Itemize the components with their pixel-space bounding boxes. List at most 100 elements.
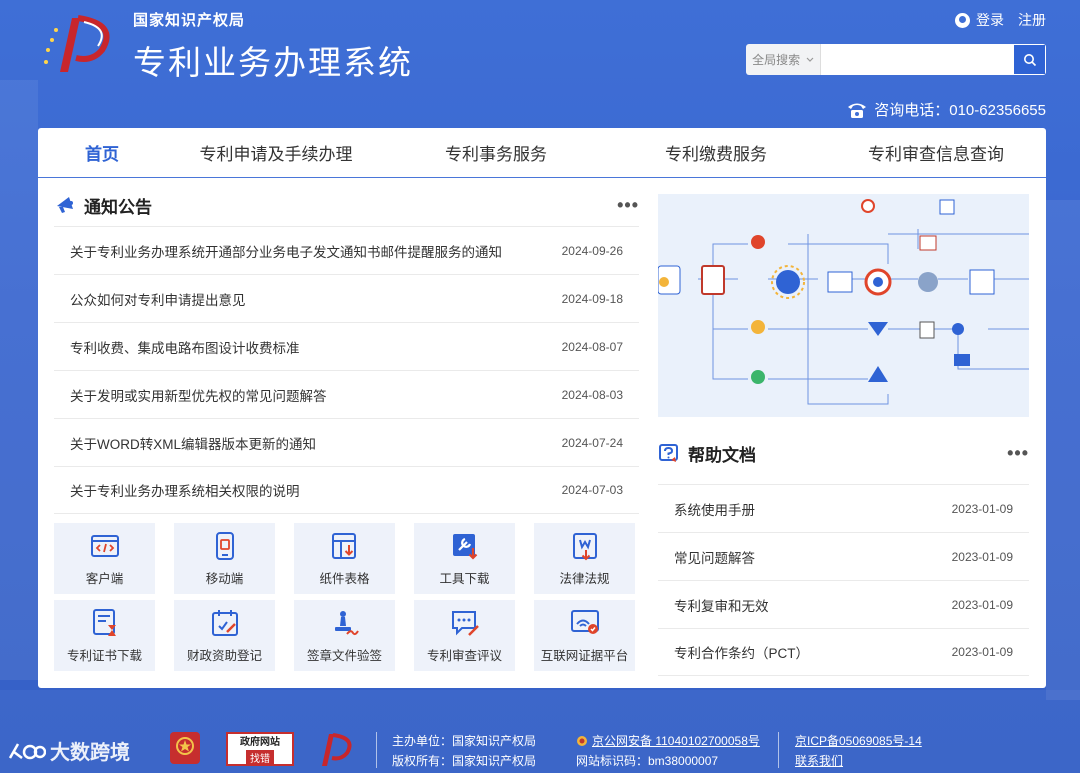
notice-item[interactable]: 公众如何对专利申请提出意见 2024-09-18 (54, 274, 639, 322)
nav-patent-affairs[interactable]: 专利事务服务 (386, 128, 606, 177)
tile-tools-download[interactable]: 工具下载 (414, 523, 515, 594)
tile-examination-review[interactable]: 专利审查评议 (414, 600, 515, 671)
nav-home[interactable]: 首页 (38, 128, 166, 177)
notice-title: 关于专利业务办理系统开通部分业务电子发文通知书邮件提醒服务的通知 (70, 244, 502, 260)
cnipa-logo (44, 15, 110, 72)
notice-title: 公众如何对专利申请提出意见 (70, 292, 246, 308)
code-window-icon (90, 535, 119, 557)
tile-client[interactable]: 客户端 (54, 523, 155, 594)
process-flow-graphic (658, 199, 1029, 405)
stamp-icon (334, 611, 359, 636)
notice-date: 2024-08-07 (561, 339, 623, 354)
gov-badge-bottom: 找错 (246, 750, 274, 765)
footer-divider (778, 732, 779, 768)
tile-mobile[interactable]: 移动端 (174, 523, 275, 594)
certificate-icon (92, 609, 116, 636)
help-item[interactable]: 专利合作条约（PCT） 2023-01-09 (658, 628, 1029, 676)
gov-site-error-badge[interactable]: 政府网站 找错 (226, 732, 294, 766)
footer-host: 主办单位：国家知识产权局 (392, 734, 537, 748)
user-icon (955, 12, 970, 28)
emblem-icon (176, 737, 194, 755)
calendar-pen-icon (211, 610, 238, 636)
patent-process-flow-diagram (658, 194, 1029, 417)
tile-laws[interactable]: 法律法规 (534, 523, 635, 594)
help-title: 专利复审和无效 (674, 598, 769, 614)
tile-signature-verify[interactable]: 签章文件验签 (294, 600, 395, 671)
help-more-button[interactable]: ••• (1007, 443, 1029, 464)
chat-pen-icon (451, 611, 479, 636)
help-docs-section: 帮助文档 ••• 系统使用手册 2023-01-09 常见问题解答 2023-01-… (658, 436, 1029, 676)
global-search: 全局搜索 (746, 44, 1046, 75)
notice-title: 关于WORD转XML编辑器版本更新的通知 (70, 436, 316, 452)
notice-date: 2024-07-24 (561, 435, 623, 450)
emblem-badge[interactable] (170, 732, 200, 764)
watermark-brand: 大数跨境 (8, 736, 130, 765)
tile-label: 签章文件验签 (306, 649, 382, 663)
notice-date: 2024-07-03 (561, 483, 623, 497)
evidence-platform-icon (570, 610, 599, 634)
help-title: 专利合作条约（PCT） (674, 646, 809, 661)
search-button[interactable] (1013, 44, 1046, 75)
tools-download-icon (452, 534, 477, 560)
chevron-down-icon (806, 57, 814, 62)
tile-paper-forms[interactable]: 纸件表格 (294, 523, 395, 594)
notice-item[interactable]: 关于发明或实用新型优先权的常见问题解答 2024-08-03 (54, 370, 639, 418)
footer-copyright: 版权所有：国家知识产权局 (392, 754, 537, 768)
telephone-icon (848, 103, 867, 118)
footer-site-id: 网站标识码：bm38000007 (576, 754, 719, 768)
watermark-text: 大数跨境 (50, 742, 130, 764)
notice-list: 关于专利业务办理系统开通部分业务电子发文通知书邮件提醒服务的通知 2024-09-… (54, 226, 639, 514)
tile-funding-registration[interactable]: 财政资助登记 (174, 600, 275, 671)
notice-section-title: 通知公告 (84, 197, 152, 217)
notice-date: 2024-08-03 (561, 387, 623, 402)
help-item[interactable]: 常见问题解答 2023-01-09 (658, 532, 1029, 580)
mobile-icon (215, 532, 234, 560)
notice-more-button[interactable]: ••• (617, 195, 639, 216)
help-item[interactable]: 专利复审和无效 2023-01-09 (658, 580, 1029, 628)
help-list: 系统使用手册 2023-01-09 常见问题解答 2023-01-09 专利复审和无… (658, 484, 1029, 676)
search-scope-select[interactable]: 全局搜索 (746, 44, 822, 75)
nav-examination-query[interactable]: 专利审查信息查询 (826, 128, 1046, 177)
police-record-link[interactable]: 京公网安备 11040102700058号 (576, 732, 760, 749)
help-item[interactable]: 系统使用手册 2023-01-09 (658, 484, 1029, 532)
tile-label: 专利审查评议 (426, 649, 502, 663)
nav-patent-fees[interactable]: 专利缴费服务 (606, 128, 826, 177)
notice-item[interactable]: 专利收费、集成电路布图设计收费标准 2024-08-07 (54, 322, 639, 370)
tile-internet-evidence[interactable]: 互联网证据平台 (534, 600, 635, 671)
icp-link[interactable]: 京ICP备05069085号-14 (795, 732, 922, 749)
contact-us-link[interactable]: 联系我们 (795, 752, 843, 769)
quick-access-tiles: 客户端 移动端 纸件表格 工具下载 法律法规 专利证书下载 财政资助登记 签章文… (54, 523, 639, 671)
hotline-label: 咨询电话：010-62356655 (874, 102, 1046, 119)
tile-label: 财政资助登记 (186, 649, 262, 663)
login-link[interactable]: 登录 (955, 10, 1004, 30)
nav-patent-application[interactable]: 专利申请及手续办理 (166, 128, 386, 177)
watermark-logo-icon (8, 742, 46, 759)
notice-item[interactable]: 关于专利业务办理系统开通部分业务电子发文通知书邮件提醒服务的通知 2024-09-… (54, 226, 639, 274)
help-question-icon (659, 444, 678, 462)
tile-label: 工具下载 (439, 572, 490, 586)
notice-section: 通知公告 ••• 关于专利业务办理系统开通部分业务电子发文通知书邮件提醒服务的通… (54, 188, 639, 514)
notice-item[interactable]: 关于专利业务办理系统相关权限的说明 2024-07-03 (54, 466, 639, 514)
notice-date: 2024-09-18 (561, 291, 623, 306)
tile-label: 客户端 (85, 572, 124, 586)
help-date: 2023-01-09 (951, 597, 1013, 612)
login-label: 登录 (976, 12, 1004, 28)
megaphone-icon (57, 197, 73, 213)
tile-certificate-download[interactable]: 专利证书下载 (54, 600, 155, 671)
search-input[interactable] (821, 44, 1014, 75)
system-title: 专利业务办理系统 (133, 44, 413, 81)
notice-title: 关于发明或实用新型优先权的常见问题解答 (70, 388, 327, 404)
register-link[interactable]: 注册 (1018, 10, 1046, 30)
hotline: 咨询电话：010-62356655 (846, 99, 1046, 120)
help-section-title: 帮助文档 (688, 445, 756, 465)
tile-label: 纸件表格 (319, 572, 370, 586)
help-title: 常见问题解答 (674, 550, 755, 566)
tile-label: 专利证书下载 (66, 649, 142, 663)
notice-item[interactable]: 关于WORD转XML编辑器版本更新的通知 2024-07-24 (54, 418, 639, 466)
tile-label: 互联网证据平台 (540, 649, 629, 663)
help-date: 2023-01-09 (951, 501, 1013, 516)
search-scope-label: 全局搜索 (752, 53, 801, 67)
notice-title: 专利收费、集成电路布图设计收费标准 (70, 340, 300, 356)
search-icon (1023, 53, 1036, 66)
law-book-icon (572, 533, 597, 561)
